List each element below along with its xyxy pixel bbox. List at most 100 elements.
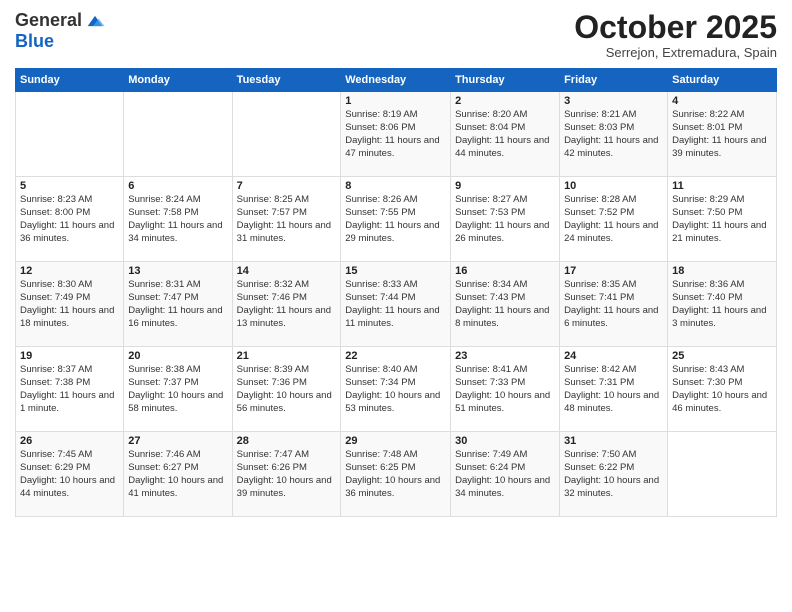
day-info: Sunrise: 8:40 AM Sunset: 7:34 PM Dayligh… [345,364,446,415]
calendar-table: Sunday Monday Tuesday Wednesday Thursday… [15,68,777,517]
day-number: 6 [128,180,227,192]
day-info: Sunrise: 8:41 AM Sunset: 7:33 PM Dayligh… [455,364,555,415]
day-number: 7 [237,180,337,192]
day-info: Sunrise: 8:38 AM Sunset: 7:37 PM Dayligh… [128,364,227,415]
day-info: Sunrise: 8:26 AM Sunset: 7:55 PM Dayligh… [345,194,446,245]
day-info: Sunrise: 7:45 AM Sunset: 6:29 PM Dayligh… [20,449,119,500]
day-number: 12 [20,265,119,277]
day-number: 28 [237,435,337,447]
calendar-cell [668,432,777,517]
calendar-cell: 26 Sunrise: 7:45 AM Sunset: 6:29 PM Dayli… [16,432,124,517]
calendar-cell: 31 Sunrise: 7:50 AM Sunset: 6:22 PM Dayli… [560,432,668,517]
day-number: 24 [564,350,663,362]
day-info: Sunrise: 7:49 AM Sunset: 6:24 PM Dayligh… [455,449,555,500]
day-number: 9 [455,180,555,192]
logo-icon [84,10,106,32]
location: Serrejon, Extremadura, Spain [574,45,777,60]
calendar-week-3: 12 Sunrise: 8:30 AM Sunset: 7:49 PM Dayli… [16,262,777,347]
day-number: 19 [20,350,119,362]
calendar-cell: 11 Sunrise: 8:29 AM Sunset: 7:50 PM Dayli… [668,177,777,262]
calendar-cell: 7 Sunrise: 8:25 AM Sunset: 7:57 PM Daylig… [232,177,341,262]
calendar-cell: 22 Sunrise: 8:40 AM Sunset: 7:34 PM Dayli… [341,347,451,432]
day-number: 22 [345,350,446,362]
day-number: 8 [345,180,446,192]
calendar-cell: 14 Sunrise: 8:32 AM Sunset: 7:46 PM Dayli… [232,262,341,347]
day-info: Sunrise: 8:25 AM Sunset: 7:57 PM Dayligh… [237,194,337,245]
day-info: Sunrise: 7:48 AM Sunset: 6:25 PM Dayligh… [345,449,446,500]
calendar-week-2: 5Sunrise: 8:23 AM Sunset: 8:00 PM Daylig… [16,177,777,262]
day-info: Sunrise: 7:50 AM Sunset: 6:22 PM Dayligh… [564,449,663,500]
calendar-cell: 3Sunrise: 8:21 AM Sunset: 8:03 PM Daylig… [560,92,668,177]
day-info: Sunrise: 8:31 AM Sunset: 7:47 PM Dayligh… [128,279,227,330]
calendar-week-1: 1Sunrise: 8:19 AM Sunset: 8:06 PM Daylig… [16,92,777,177]
header: General Blue October 2025 Serrejon, Extr… [15,10,777,60]
calendar-cell: 21 Sunrise: 8:39 AM Sunset: 7:36 PM Dayli… [232,347,341,432]
day-number: 30 [455,435,555,447]
calendar-week-5: 26 Sunrise: 7:45 AM Sunset: 6:29 PM Dayli… [16,432,777,517]
day-number: 13 [128,265,227,277]
day-info: Sunrise: 8:22 AM Sunset: 8:01 PM Dayligh… [672,109,772,160]
day-info: Sunrise: 8:43 AM Sunset: 7:30 PM Dayligh… [672,364,772,415]
day-info: Sunrise: 8:34 AM Sunset: 7:43 PM Dayligh… [455,279,555,330]
day-info: Sunrise: 8:39 AM Sunset: 7:36 PM Dayligh… [237,364,337,415]
col-friday: Friday [560,69,668,92]
calendar-cell: 25 Sunrise: 8:43 AM Sunset: 7:30 PM Dayli… [668,347,777,432]
col-tuesday: Tuesday [232,69,341,92]
day-info: Sunrise: 8:42 AM Sunset: 7:31 PM Dayligh… [564,364,663,415]
calendar-cell: 29 Sunrise: 7:48 AM Sunset: 6:25 PM Dayli… [341,432,451,517]
title-block: October 2025 Serrejon, Extremadura, Spai… [574,10,777,60]
calendar-cell: 2 Sunrise: 8:20 AM Sunset: 8:04 PM Daylig… [451,92,560,177]
day-number: 21 [237,350,337,362]
day-info: Sunrise: 7:47 AM Sunset: 6:26 PM Dayligh… [237,449,337,500]
calendar-cell: 20 Sunrise: 8:38 AM Sunset: 7:37 PM Dayli… [124,347,232,432]
day-number: 14 [237,265,337,277]
day-info: Sunrise: 8:27 AM Sunset: 7:53 PM Dayligh… [455,194,555,245]
calendar-cell: 13 Sunrise: 8:31 AM Sunset: 7:47 PM Dayli… [124,262,232,347]
calendar-cell: 4 Sunrise: 8:22 AM Sunset: 8:01 PM Daylig… [668,92,777,177]
day-number: 31 [564,435,663,447]
day-info: Sunrise: 8:30 AM Sunset: 7:49 PM Dayligh… [20,279,119,330]
calendar-cell: 24 Sunrise: 8:42 AM Sunset: 7:31 PM Dayli… [560,347,668,432]
calendar-cell: 16Sunrise: 8:34 AM Sunset: 7:43 PM Dayli… [451,262,560,347]
calendar-cell: 8 Sunrise: 8:26 AM Sunset: 7:55 PM Daylig… [341,177,451,262]
calendar-cell: 12 Sunrise: 8:30 AM Sunset: 7:49 PM Dayli… [16,262,124,347]
day-number: 11 [672,180,772,192]
calendar-cell: 17Sunrise: 8:35 AM Sunset: 7:41 PM Dayli… [560,262,668,347]
day-info: Sunrise: 8:28 AM Sunset: 7:52 PM Dayligh… [564,194,663,245]
day-info: Sunrise: 8:29 AM Sunset: 7:50 PM Dayligh… [672,194,772,245]
day-info: Sunrise: 8:20 AM Sunset: 8:04 PM Dayligh… [455,109,555,160]
calendar-cell: 19 Sunrise: 8:37 AM Sunset: 7:38 PM Dayli… [16,347,124,432]
calendar-cell [124,92,232,177]
calendar-cell: 10 Sunrise: 8:28 AM Sunset: 7:52 PM Dayli… [560,177,668,262]
day-number: 15 [345,265,446,277]
day-number: 29 [345,435,446,447]
day-info: Sunrise: 8:37 AM Sunset: 7:38 PM Dayligh… [20,364,119,415]
day-number: 18 [672,265,772,277]
day-info: Sunrise: 7:46 AM Sunset: 6:27 PM Dayligh… [128,449,227,500]
logo: General Blue [15,10,106,52]
calendar-cell: 23 Sunrise: 8:41 AM Sunset: 7:33 PM Dayli… [451,347,560,432]
day-info: Sunrise: 8:32 AM Sunset: 7:46 PM Dayligh… [237,279,337,330]
day-number: 10 [564,180,663,192]
calendar-cell: 15 Sunrise: 8:33 AM Sunset: 7:44 PM Dayli… [341,262,451,347]
col-sunday: Sunday [16,69,124,92]
day-number: 27 [128,435,227,447]
day-number: 20 [128,350,227,362]
calendar-cell [232,92,341,177]
day-number: 25 [672,350,772,362]
calendar-cell: 1Sunrise: 8:19 AM Sunset: 8:06 PM Daylig… [341,92,451,177]
col-thursday: Thursday [451,69,560,92]
col-monday: Monday [124,69,232,92]
day-number: 23 [455,350,555,362]
calendar-header-row: Sunday Monday Tuesday Wednesday Thursday… [16,69,777,92]
day-number: 5 [20,180,119,192]
calendar-cell: 27 Sunrise: 7:46 AM Sunset: 6:27 PM Dayli… [124,432,232,517]
calendar-cell: 9 Sunrise: 8:27 AM Sunset: 7:53 PM Daylig… [451,177,560,262]
calendar-cell: 28 Sunrise: 7:47 AM Sunset: 6:26 PM Dayli… [232,432,341,517]
day-number: 26 [20,435,119,447]
logo-general: General [15,11,82,31]
day-number: 2 [455,95,555,107]
day-info: Sunrise: 8:33 AM Sunset: 7:44 PM Dayligh… [345,279,446,330]
day-number: 4 [672,95,772,107]
day-number: 17 [564,265,663,277]
